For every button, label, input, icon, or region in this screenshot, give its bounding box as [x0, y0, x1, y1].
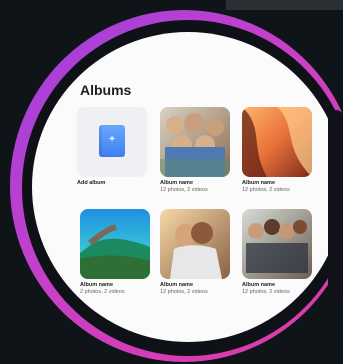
album-meta: 12 photos, 2 videos: [242, 289, 290, 295]
add-album-label: Add album: [77, 180, 106, 186]
album-title: Album name: [80, 282, 114, 288]
album-meta: 2 photos, 2 videos: [80, 289, 125, 295]
album-thumbnail[interactable]: [242, 209, 312, 279]
right-edge-shadow: [328, 110, 343, 300]
album-thumbnail[interactable]: [242, 107, 312, 177]
album-title: Album name: [160, 282, 194, 288]
album-meta: 12 photos, 2 videos: [160, 187, 208, 193]
album-thumbnail[interactable]: [160, 209, 230, 279]
watch-screen: Albums + Add album Album name 12 photos,…: [32, 32, 343, 342]
couple-photo: [160, 209, 230, 279]
album-title: Album name: [242, 180, 276, 186]
family-photo: [160, 107, 230, 177]
canyon-photo: [242, 107, 312, 177]
page-title: Albums: [80, 82, 132, 98]
add-album-icon: +: [99, 125, 125, 157]
top-edge: [226, 0, 343, 10]
add-album-button[interactable]: +: [77, 107, 147, 177]
coast-photo: [80, 209, 150, 279]
album-thumbnail[interactable]: [160, 107, 230, 177]
album-thumbnail[interactable]: [80, 209, 150, 279]
album-meta: 12 photos, 2 videos: [242, 187, 290, 193]
album-title: Album name: [160, 180, 194, 186]
album-title: Album name: [242, 282, 276, 288]
group-photo: [242, 209, 312, 279]
album-meta: 12 photos, 2 videos: [160, 289, 208, 295]
